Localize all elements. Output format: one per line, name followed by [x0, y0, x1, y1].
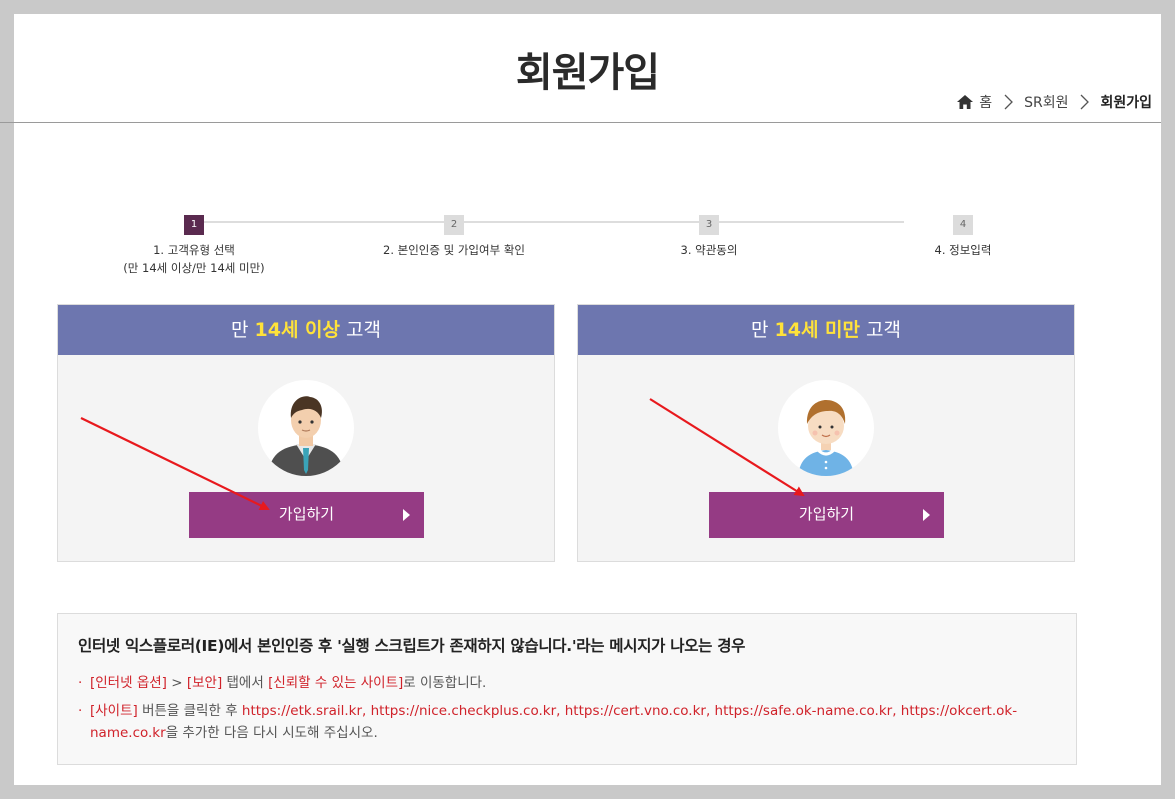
child-avatar: [778, 380, 874, 476]
step-indicator: 1 1. 고객유형 선택 (만 14세 이상/만 14세 미만) 2 2. 본인…: [104, 212, 1004, 282]
join-button-under-14[interactable]: 가입하기: [709, 492, 944, 538]
notice-red-text: [신뢰할 수 있는 사이트]: [268, 675, 404, 691]
notice-item: · [사이트] 버튼을 클릭한 후 https://etk.srail.kr, …: [78, 700, 1056, 744]
step-3: 3 3. 약관동의: [619, 212, 799, 259]
notice-text: 버튼을 클릭한 후: [137, 703, 242, 719]
card-header: 만 14세 미만 고객: [578, 305, 1074, 355]
notice-red-text: [사이트]: [90, 703, 138, 719]
title-divider: [14, 122, 1161, 123]
play-arrow-icon: [923, 509, 930, 521]
step-number: 2: [444, 215, 464, 235]
step-1: 1 1. 고객유형 선택 (만 14세 이상/만 14세 미만): [104, 212, 284, 277]
card-header-suffix: 고객: [860, 319, 902, 341]
step-number: 1: [184, 215, 204, 235]
join-button-label: 가입하기: [798, 506, 855, 523]
card-header-suffix: 고객: [340, 319, 382, 341]
card-header: 만 14세 이상 고객: [58, 305, 554, 355]
home-icon[interactable]: [957, 95, 974, 109]
notice-text: 탭에서: [222, 675, 269, 691]
step-number: 4: [953, 215, 973, 235]
breadcrumb-home[interactable]: 홈: [979, 92, 992, 112]
step-label: 1. 고객유형 선택: [153, 243, 235, 257]
step-4: 4 4. 정보입력: [873, 212, 1053, 259]
join-button-over-14[interactable]: 가입하기: [189, 492, 424, 538]
breadcrumb: 홈 SR회원 회원가입: [957, 92, 1152, 112]
chevron-right-icon: [1002, 94, 1014, 110]
step-label: 4. 정보입력: [934, 243, 992, 257]
card-header-highlight: 14세 미만: [774, 319, 861, 341]
step-label: 3. 약관동의: [680, 243, 738, 257]
step-2: 2 2. 본인인증 및 가입여부 확인: [364, 212, 544, 259]
bullet: ·: [78, 703, 83, 719]
step-number: 3: [699, 215, 719, 235]
card-header-highlight: 14세 이상: [254, 319, 341, 341]
step-sublabel: (만 14세 이상/만 14세 미만): [123, 261, 265, 275]
breadcrumb-current: 회원가입: [1100, 95, 1152, 111]
card-header-prefix: 만: [230, 319, 255, 341]
notice-item: · [인터넷 옵션] > [보안] 탭에서 [신뢰할 수 있는 사이트]로 이동…: [78, 672, 1056, 694]
join-button-label: 가입하기: [278, 506, 335, 523]
card-under-14: 만 14세 미만 고객 가입하기: [577, 304, 1075, 562]
notice-red-text: [보안]: [186, 675, 223, 691]
play-arrow-icon: [403, 509, 410, 521]
notice-title: 인터넷 익스플로러(IE)에서 본인인증 후 '실행 스크립트가 존재하지 않습…: [78, 637, 746, 655]
chevron-right-icon: [1078, 94, 1090, 110]
notice-text: 로 이동합니다.: [403, 675, 487, 691]
notice-list: · [인터넷 옵션] > [보안] 탭에서 [신뢰할 수 있는 사이트]로 이동…: [78, 672, 1056, 744]
bullet: ·: [78, 675, 83, 691]
notice-text: >: [166, 675, 187, 691]
notice-red-text: [인터넷 옵션]: [90, 675, 167, 691]
card-over-14: 만 14세 이상 고객 가입하기: [57, 304, 555, 562]
title-divider-extension: [0, 122, 14, 123]
breadcrumb-section[interactable]: SR회원: [1024, 92, 1068, 112]
card-header-prefix: 만: [750, 319, 775, 341]
adult-man-avatar: [258, 380, 354, 476]
step-label: 2. 본인인증 및 가입여부 확인: [383, 243, 525, 257]
notice-text: 을 추가한 다음 다시 시도해 주십시오.: [165, 725, 378, 741]
ie-notice-box: 인터넷 익스플로러(IE)에서 본인인증 후 '실행 스크립트가 존재하지 않습…: [57, 613, 1077, 765]
page-frame: 회원가입 홈 SR회원 회원가입 1 1. 고객유형 선택 (만 14세 이상/…: [14, 14, 1161, 785]
page-title: 회원가입: [515, 50, 660, 96]
